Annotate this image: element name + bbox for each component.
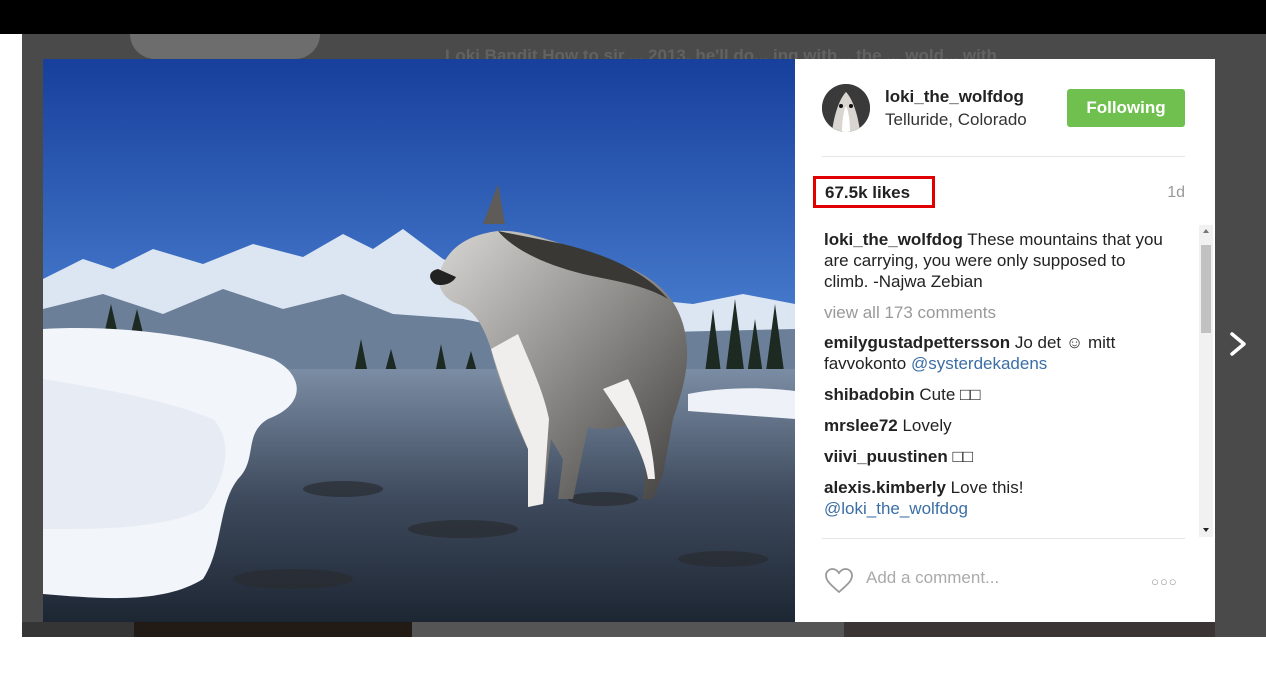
scrollbar-thumb[interactable]	[1201, 245, 1211, 333]
chevron-right-icon[interactable]	[1218, 320, 1263, 368]
post-detail-panel: loki_the_wolfdog Telluride, Colorado Fol…	[795, 59, 1215, 622]
list-item: shibadobin Cute □□	[824, 384, 1164, 405]
comment-mention-link[interactable]: @systerdekadens	[911, 354, 1047, 373]
caption: loki_the_wolfdog These mountains that yo…	[824, 229, 1164, 292]
comments-scrollbar[interactable]	[1199, 225, 1213, 537]
comment-username[interactable]: emilygustadpettersson	[824, 333, 1010, 352]
comment-username[interactable]: viivi_puustinen	[824, 447, 948, 466]
view-all-comments-link[interactable]: view all 173 comments	[824, 302, 1164, 323]
following-button[interactable]: Following	[1067, 89, 1185, 127]
list-item: mrslee72 Lovely	[824, 415, 1164, 436]
caption-username[interactable]: loki_the_wolfdog	[824, 230, 963, 249]
comment-text: □□	[952, 447, 974, 466]
list-item: emilygustadpettersson Jo det ☺ mitt favv…	[824, 332, 1164, 374]
avatar[interactable]	[822, 84, 870, 132]
post-photo[interactable]	[43, 59, 795, 622]
heart-icon[interactable]	[824, 567, 854, 600]
add-comment-input[interactable]	[866, 568, 1106, 588]
comment-divider	[822, 538, 1185, 539]
comments-list: loki_the_wolfdog These mountains that yo…	[824, 229, 1164, 529]
scroll-down-arrow-icon[interactable]	[1203, 528, 1209, 532]
top-bar	[0, 0, 1266, 34]
comment-username[interactable]: mrslee72	[824, 416, 898, 435]
post-username[interactable]: loki_the_wolfdog	[885, 87, 1024, 107]
wolfdog-mountain-photo	[43, 59, 795, 622]
comment-mention-link[interactable]: @loki_the_wolfdog	[824, 499, 968, 518]
background-thumbnail-strip	[22, 622, 1215, 637]
scroll-up-arrow-icon[interactable]	[1203, 229, 1209, 233]
post-header: loki_the_wolfdog Telluride, Colorado Fol…	[795, 59, 1215, 157]
wolfdog-avatar-image	[822, 84, 870, 132]
more-options-icon[interactable]: ○○○	[1151, 574, 1178, 589]
comment-text: Love this!	[950, 478, 1024, 497]
next-post-arrow	[1230, 332, 1246, 356]
comment-text: Lovely	[902, 416, 952, 435]
comment-username[interactable]: shibadobin	[824, 385, 915, 404]
comment-username[interactable]: alexis.kimberly	[824, 478, 946, 497]
likes-count[interactable]: 67.5k likes	[825, 183, 910, 203]
background-profile-avatar	[130, 34, 320, 59]
post-location[interactable]: Telluride, Colorado	[885, 110, 1027, 130]
list-item: alexis.kimberly Love this! @loki_the_wol…	[824, 477, 1164, 519]
header-divider	[822, 156, 1185, 157]
heart-icon-svg	[825, 568, 853, 594]
list-item: viivi_puustinen □□	[824, 446, 1164, 467]
post-age: 1d	[1167, 184, 1185, 201]
comment-text: Cute □□	[919, 385, 981, 404]
